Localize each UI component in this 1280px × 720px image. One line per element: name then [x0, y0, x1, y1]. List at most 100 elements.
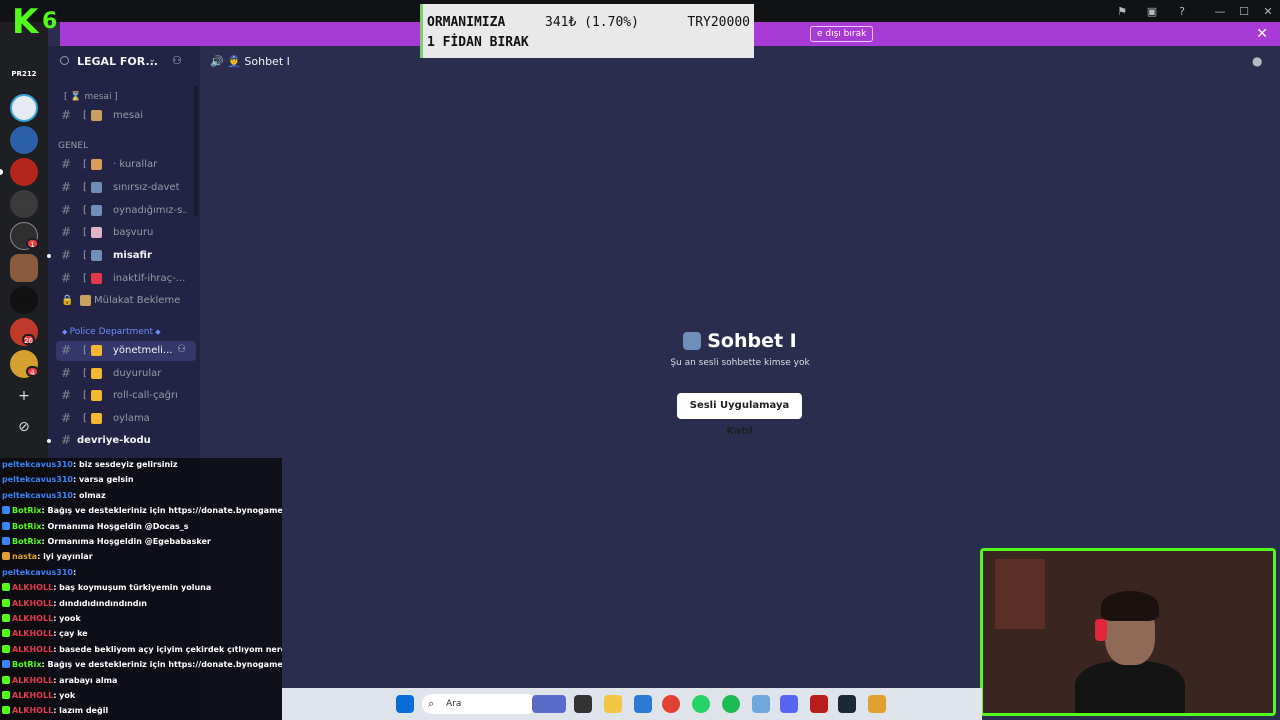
chat-username[interactable]: ALKHOLL [12, 691, 53, 700]
channel-oynadigimiz[interactable]: # [ oynadığımız-s... [56, 201, 196, 221]
chat-username[interactable]: ALKHOLL [12, 599, 53, 608]
chat-username[interactable]: BotRix [12, 537, 41, 546]
channel-mesai[interactable]: # [ mesai [56, 106, 196, 126]
server-icon[interactable] [10, 254, 38, 282]
chat-message: BotRix: Ormanıma Hoşgeldin @Egebabasker [2, 535, 282, 549]
taskbar-search[interactable]: ⌕ Ara [422, 694, 537, 714]
banner-action-button[interactable]: e dışı bırak [810, 26, 874, 42]
channel-misafir[interactable]: # [ misafir [47, 246, 196, 266]
chat-text: : yook [53, 614, 81, 623]
chat-username[interactable]: ALKHOLL [12, 645, 53, 654]
add-member-icon[interactable]: ⚇ [172, 54, 182, 67]
chat-username[interactable]: peltekcavus310 [2, 568, 73, 577]
chat-badge-icon [2, 644, 10, 653]
channel-name: duyurular [113, 368, 162, 379]
hourglass-icon [91, 110, 102, 121]
discord-icon[interactable] [780, 695, 798, 713]
channel-kurallar[interactable]: # [ · kurallar [56, 155, 196, 175]
donation-goal: TRY20000 [687, 15, 750, 30]
maximize-button[interactable]: ☐ [1232, 3, 1256, 19]
chat-username[interactable]: BotRix [12, 506, 41, 515]
chat-message: ALKHOLL: basede bekliyom açy içiyim çeki… [2, 643, 282, 657]
channel-basvuru[interactable]: # [ başvuru [56, 223, 196, 243]
channel-bracket: [ [83, 250, 87, 261]
rail-label: PR212 [11, 70, 37, 78]
steam-icon[interactable] [838, 695, 856, 713]
whatsapp-icon[interactable] [692, 695, 710, 713]
diamond-icon: ◆ [153, 328, 161, 336]
inbox-icon[interactable]: ⚑ [1110, 3, 1134, 19]
chat-username[interactable]: ALKHOLL [12, 706, 53, 715]
server-icon[interactable] [10, 94, 38, 122]
help-icon[interactable]: ? [1170, 3, 1194, 19]
server-icon[interactable] [10, 126, 38, 154]
chat-username[interactable]: ALKHOLL [12, 629, 53, 638]
channel-yonetmelik[interactable]: # [ yönetmeli... ⚇ [56, 341, 196, 361]
server-header[interactable]: LEGAL FOR... ⌄ ⚇ [48, 46, 200, 78]
chat-username[interactable]: ALKHOLL [12, 676, 53, 685]
bell-icon [91, 345, 102, 356]
chrome-icon[interactable] [662, 695, 680, 713]
close-button[interactable]: ✕ [1256, 3, 1280, 19]
chat-username[interactable]: BotRix [12, 660, 41, 669]
task-view-icon[interactable] [574, 695, 592, 713]
hash-icon: # [61, 366, 72, 380]
category-police-label: Police Department [69, 327, 154, 337]
channel-bracket: [ [83, 205, 87, 216]
app-icon[interactable] [868, 695, 886, 713]
windows-start-icon[interactable] [396, 695, 414, 713]
server-icon[interactable] [10, 158, 38, 186]
minimize-button[interactable]: — [1208, 3, 1232, 19]
hash-icon: # [61, 248, 72, 262]
channel-devriye-kodu[interactable]: # devriye-kodu [47, 431, 196, 451]
hash-icon: # [61, 157, 72, 171]
bell-icon [91, 368, 102, 379]
category-mesai[interactable]: [ ⌛ mesai ] [64, 92, 118, 102]
channel-mulakat-bekleme[interactable]: 🔒 Mülakat Bekleme [56, 291, 196, 311]
join-voice-button[interactable]: Sesli Uygulamaya Katıl [677, 393, 802, 437]
officer-icon [91, 250, 102, 261]
channel-roll-call[interactable]: # [ roll-call-çağrı [56, 386, 196, 406]
search-icon: ⌕ [428, 697, 435, 710]
chat-username[interactable]: peltekcavus310 [2, 491, 73, 500]
channel-inaktif[interactable]: # [ inaktif-ihraç-... [56, 269, 196, 289]
chat-message: peltekcavus310: varsa gelsin [2, 473, 282, 487]
chat-username[interactable]: peltekcavus310 [2, 460, 73, 469]
channel-oylama[interactable]: # [ oylama [56, 409, 196, 429]
chat-username[interactable]: nasta [12, 552, 37, 561]
channel-duyurular[interactable]: # [ duyurular [56, 364, 196, 384]
chat-badge-icon [2, 506, 10, 515]
mention-badge: 1 [26, 238, 39, 249]
file-explorer-icon[interactable] [604, 695, 622, 713]
category-police[interactable]: ◆ Police Department ◆ [62, 327, 161, 337]
chat-bubble-icon[interactable]: ● [1252, 54, 1262, 68]
channel-name: oylama [113, 413, 150, 424]
bell-icon [91, 390, 102, 401]
store-icon[interactable] [634, 695, 652, 713]
widgets-icon[interactable] [532, 695, 566, 713]
add-server-icon[interactable]: + [14, 386, 34, 406]
chat-text: : baş koymuşum türkiyemin yoluna [53, 583, 212, 593]
cross-mark-icon [91, 273, 102, 284]
spotify-icon[interactable] [722, 695, 740, 713]
officer-icon [91, 205, 102, 216]
app-icon[interactable] [810, 695, 828, 713]
category-genel[interactable]: GENEL [58, 141, 88, 151]
chat-message: BotRix: Bağış ve destekleriniz için http… [2, 504, 282, 518]
add-member-icon[interactable]: ⚇ [177, 344, 186, 355]
channel-name: mesai [113, 110, 144, 121]
chat-username[interactable]: BotRix [12, 522, 41, 531]
server-icon[interactable] [10, 190, 38, 218]
channel-name: roll-call-çağrı [113, 390, 178, 401]
channel-sinirsiz-davet[interactable]: # [ sınırsız-davet [56, 178, 196, 198]
banner-close-icon[interactable]: ✕ [1256, 26, 1268, 42]
sidebar-scrollbar[interactable] [194, 86, 198, 216]
chat-username[interactable]: ALKHOLL [12, 583, 53, 592]
server-icon[interactable] [10, 286, 38, 314]
screen-icon[interactable]: ▣ [1140, 3, 1164, 19]
settings-icon[interactable] [752, 695, 770, 713]
chat-username[interactable]: peltekcavus310 [2, 475, 73, 484]
chat-username[interactable]: ALKHOLL [12, 614, 53, 623]
discover-icon[interactable]: ⊘ [14, 417, 34, 437]
channel-name: yönetmeli... [113, 345, 173, 356]
